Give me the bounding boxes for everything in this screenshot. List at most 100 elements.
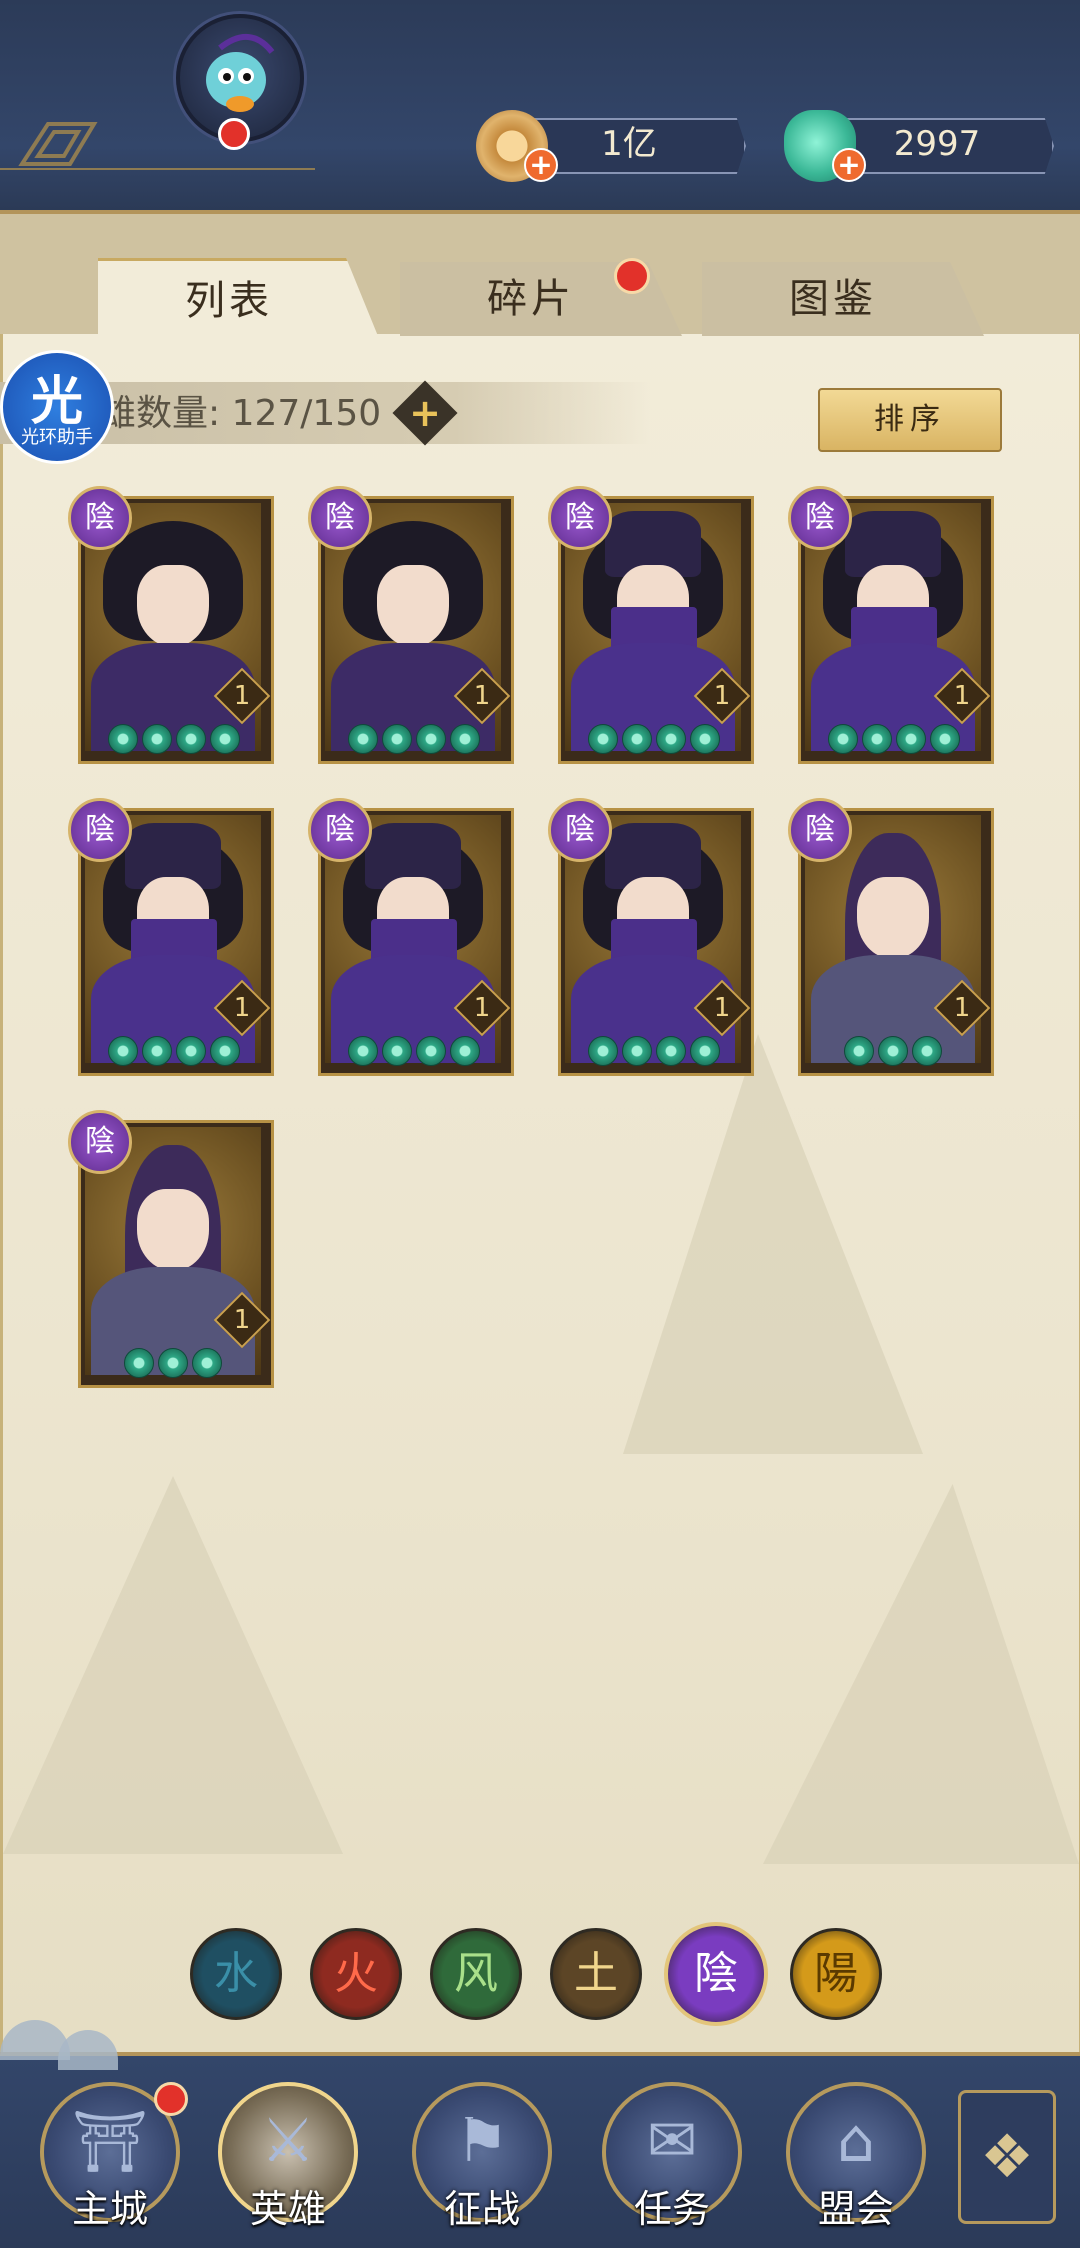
jade-star-icon: [896, 724, 926, 754]
hero-level: 1: [953, 681, 971, 711]
jade-star-icon: [622, 1036, 652, 1066]
jade-star-icon: [382, 1036, 412, 1066]
hero-face: [857, 877, 929, 959]
nav-label: 主城: [71, 2187, 148, 2231]
helper-label: 光环助手: [21, 427, 93, 448]
hero-card[interactable]: 陰1: [548, 486, 754, 764]
sort-button[interactable]: 排序: [818, 388, 1002, 452]
hero-level: 1: [233, 993, 251, 1023]
jade-star-icon: [588, 1036, 618, 1066]
hero-level: 1: [473, 993, 491, 1023]
hero-card[interactable]: 陰1: [308, 486, 514, 764]
jade-star-icon: [450, 1036, 480, 1066]
nav-label: 征战: [443, 2187, 520, 2231]
hero-card[interactable]: 陰1: [308, 798, 514, 1076]
tab-atlas[interactable]: 图鉴: [702, 262, 984, 336]
jade-star-icon: [416, 724, 446, 754]
jade-star-icon: [142, 724, 172, 754]
tab-list-label: 列表: [185, 278, 273, 324]
element-badge: 陰: [68, 1110, 132, 1174]
jade-star-icon: [690, 724, 720, 754]
element-filter-button[interactable]: 土: [550, 1928, 642, 2020]
expand-hero-capacity-button[interactable]: +: [392, 380, 458, 446]
app-root: 1亿 + 2997 + 列表 碎片 图鉴 雄数量: 127/150 + 排序 光…: [0, 0, 1080, 2248]
jade-star-icon: [656, 1036, 686, 1066]
hero-level: 1: [713, 681, 731, 711]
add-coin-button[interactable]: +: [524, 148, 558, 182]
tab-atlas-label: 图鉴: [789, 276, 877, 322]
jade-star-icon: [450, 724, 480, 754]
hero-level: 1: [953, 993, 971, 1023]
mountain-decoration: [763, 1484, 1079, 1864]
jade-star-icon: [176, 724, 206, 754]
hero-count-text: 雄数量: 127/150: [100, 393, 382, 434]
element-filter-button[interactable]: 陽: [790, 1928, 882, 2020]
battle-icon: ⚑: [455, 2106, 509, 2176]
element-badge: 陰: [548, 486, 612, 550]
hero-level: 1: [473, 681, 491, 711]
element-badge: 陰: [308, 486, 372, 550]
jade-star-icon: [828, 724, 858, 754]
jade-star-icon: [192, 1348, 222, 1378]
hero-star-rating: [588, 724, 724, 756]
nav-item-2[interactable]: ⚑ 征战: [412, 2082, 552, 2238]
element-filter-button[interactable]: 火: [310, 1928, 402, 2020]
nav-item-1[interactable]: ⚔ 英雄: [218, 2082, 358, 2238]
hero-star-rating: [108, 724, 244, 756]
jade-star-icon: [348, 1036, 378, 1066]
jade-star-icon: [210, 724, 240, 754]
hero-card[interactable]: 陰1: [788, 798, 994, 1076]
decorative-line: [0, 168, 315, 170]
hero-star-rating: [588, 1036, 724, 1068]
hero-card[interactable]: 陰1: [68, 486, 274, 764]
coin-currency: 1亿 +: [476, 110, 746, 182]
hero-face: [377, 565, 449, 647]
castle-icon: ⛩: [71, 2107, 149, 2177]
hero-face: [137, 565, 209, 647]
hero-level: 1: [233, 1305, 251, 1335]
gem-currency: 2997 +: [784, 110, 1054, 182]
hero-level: 1: [233, 681, 251, 711]
main-city-notification-dot: [154, 2082, 188, 2116]
jade-star-icon: [690, 1036, 720, 1066]
hero-level: 1: [713, 993, 731, 1023]
element-filter-button[interactable]: 陰: [664, 1922, 768, 2026]
jade-star-icon: [124, 1348, 154, 1378]
add-gem-button[interactable]: +: [832, 148, 866, 182]
element-filter-button[interactable]: 水: [190, 1928, 282, 2020]
nav-item-4[interactable]: ⌂ 盟会: [786, 2082, 926, 2238]
hero-card[interactable]: 陰1: [548, 798, 754, 1076]
nav-item-3[interactable]: ✉ 任务: [602, 2082, 742, 2238]
helper-overlay-button[interactable]: 光 光环助手: [0, 350, 114, 464]
jade-star-icon: [844, 1036, 874, 1066]
jade-star-icon: [930, 724, 960, 754]
jade-star-icon: [158, 1348, 188, 1378]
tab-list[interactable]: 列表: [98, 258, 380, 341]
nav-label: 任务: [633, 2187, 710, 2231]
jade-star-icon: [176, 1036, 206, 1066]
hero-card[interactable]: 陰1: [788, 486, 994, 764]
hero-star-rating: [124, 1348, 226, 1380]
jade-star-icon: [862, 724, 892, 754]
element-badge: 陰: [68, 798, 132, 862]
nav-label: 盟会: [817, 2187, 894, 2231]
decorative-spiral-icon: [18, 122, 98, 166]
jade-star-icon: [348, 724, 378, 754]
hero-card[interactable]: 陰1: [68, 1110, 274, 1388]
hero-star-rating: [108, 1036, 244, 1068]
jade-star-icon: [912, 1036, 942, 1066]
jade-star-icon: [622, 724, 652, 754]
element-badge: 陰: [548, 798, 612, 862]
hero-card[interactable]: 陰1: [68, 798, 274, 1076]
guild-icon: ⌂: [836, 2106, 876, 2176]
jade-star-icon: [142, 1036, 172, 1066]
hero-face: [137, 1189, 209, 1271]
hero-star-rating: [828, 724, 964, 756]
jade-star-icon: [416, 1036, 446, 1066]
element-filter-button[interactable]: 风: [430, 1928, 522, 2020]
element-badge: 陰: [68, 486, 132, 550]
plus-icon: +: [409, 391, 441, 435]
jade-star-icon: [108, 724, 138, 754]
more-menu-button[interactable]: ❖: [958, 2090, 1056, 2224]
hero-star-rating: [844, 1036, 946, 1068]
